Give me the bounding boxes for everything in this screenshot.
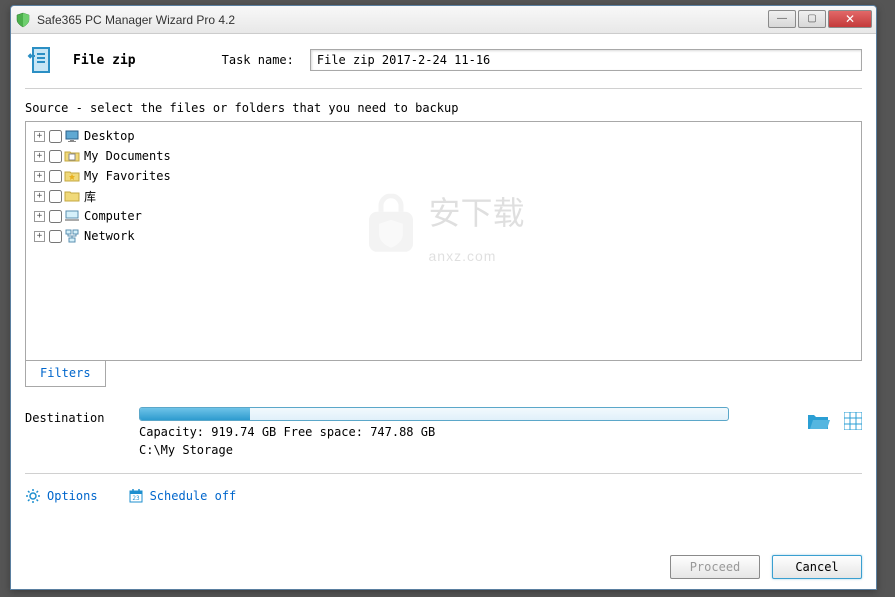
calendar-icon: 23 — [128, 488, 144, 504]
app-window: Safe365 PC Manager Wizard Pro 4.2 — ▢ ✕ … — [10, 5, 877, 590]
file-zip-icon — [25, 44, 57, 76]
source-label: Source - select the files or folders tha… — [25, 101, 862, 115]
folder-star-icon — [64, 168, 80, 184]
expand-icon[interactable]: + — [34, 151, 45, 162]
close-button[interactable]: ✕ — [828, 10, 872, 28]
destination-path: C:\My Storage — [139, 443, 792, 457]
tree-item-label: Desktop — [84, 129, 135, 143]
tree-item-computer[interactable]: + Computer — [30, 206, 857, 226]
tree-item-label: My Documents — [84, 149, 171, 163]
source-tree[interactable]: + Desktop + My Documents + My Favorites … — [25, 121, 862, 361]
tree-checkbox[interactable] — [49, 190, 62, 203]
options-link[interactable]: Options — [25, 488, 98, 504]
tree-checkbox[interactable] — [49, 230, 62, 243]
task-name-input[interactable] — [310, 49, 862, 71]
tree-item-library[interactable]: + 库 — [30, 186, 857, 206]
grid-icon[interactable] — [844, 412, 862, 430]
expand-icon[interactable]: + — [34, 231, 45, 242]
expand-icon[interactable]: + — [34, 211, 45, 222]
tab-filters[interactable]: Filters — [25, 360, 106, 387]
monitor-icon — [64, 128, 80, 144]
maximize-button[interactable]: ▢ — [798, 10, 826, 28]
gear-icon — [25, 488, 41, 504]
titlebar[interactable]: Safe365 PC Manager Wizard Pro 4.2 — ▢ ✕ — [11, 6, 876, 34]
minimize-button[interactable]: — — [768, 10, 796, 28]
folder-doc-icon — [64, 148, 80, 164]
tree-checkbox[interactable] — [49, 170, 62, 183]
expand-icon[interactable]: + — [34, 191, 45, 202]
tree-item-label: My Favorites — [84, 169, 171, 183]
window-title: Safe365 PC Manager Wizard Pro 4.2 — [37, 13, 768, 27]
tree-item-network[interactable]: + Network — [30, 226, 857, 246]
tree-item-favorites[interactable]: + My Favorites — [30, 166, 857, 186]
computer-icon — [64, 208, 80, 224]
tree-item-label: Network — [84, 229, 135, 243]
expand-icon[interactable]: + — [34, 131, 45, 142]
capacity-fill — [140, 408, 250, 420]
browse-folder-icon[interactable] — [806, 409, 830, 433]
expand-icon[interactable]: + — [34, 171, 45, 182]
proceed-button[interactable]: Proceed — [670, 555, 760, 579]
tree-checkbox[interactable] — [49, 150, 62, 163]
cancel-button[interactable]: Cancel — [772, 555, 862, 579]
tree-checkbox[interactable] — [49, 210, 62, 223]
svg-text:23: 23 — [132, 495, 140, 502]
file-zip-label: File zip — [73, 53, 136, 68]
app-icon — [15, 12, 31, 28]
network-icon — [64, 228, 80, 244]
tree-item-label: Computer — [84, 209, 142, 223]
header-row: File zip Task name: — [25, 44, 862, 89]
options-label: Options — [47, 489, 98, 503]
tree-item-label: 库 — [84, 188, 96, 205]
folder-icon — [64, 188, 80, 204]
tree-item-documents[interactable]: + My Documents — [30, 146, 857, 166]
capacity-bar — [139, 407, 729, 421]
tree-item-desktop[interactable]: + Desktop — [30, 126, 857, 146]
capacity-text: Capacity: 919.74 GB Free space: 747.88 G… — [139, 425, 792, 439]
tree-checkbox[interactable] — [49, 130, 62, 143]
destination-label: Destination — [25, 407, 125, 425]
schedule-link[interactable]: 23 Schedule off — [128, 488, 237, 504]
schedule-label: Schedule off — [150, 489, 237, 503]
task-name-label: Task name: — [222, 53, 294, 67]
